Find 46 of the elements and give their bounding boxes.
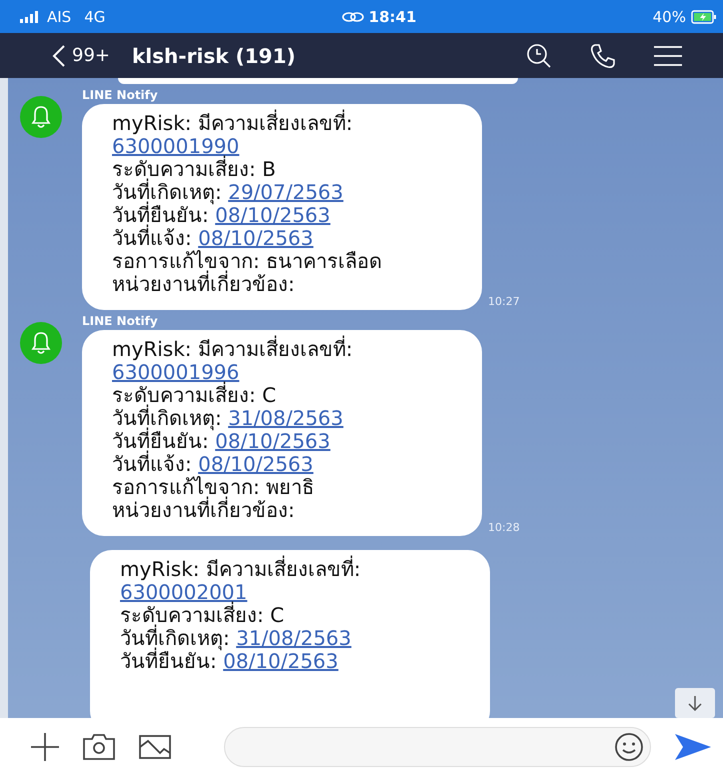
message-input[interactable] [224, 727, 651, 767]
emoji-icon[interactable] [614, 732, 644, 762]
message-line: วันที่เกิดเหตุ: 29/07/2563 [112, 181, 344, 204]
link[interactable]: 08/10/2563 [223, 649, 338, 673]
sender-name: LINE Notify [82, 88, 159, 102]
link[interactable]: 31/08/2563 [228, 406, 344, 430]
link-icon [342, 10, 364, 22]
message-line: วันที่เกิดเหตุ: 31/08/2563 [120, 627, 352, 650]
link[interactable]: 29/07/2563 [228, 180, 344, 204]
message-line: วันที่แจ้ง: 08/10/2563 [112, 227, 314, 250]
message-line: วันที่แจ้ง: 08/10/2563 [112, 453, 314, 476]
carrier-name: AIS [47, 8, 72, 26]
link[interactable]: 08/10/2563 [215, 429, 330, 453]
scroll-down-button[interactable] [675, 688, 715, 718]
message-time: 10:28 [488, 521, 520, 534]
message-line: หน่วยงานที่เกี่ยวข้อง: [112, 273, 296, 296]
bell-avatar-icon [20, 322, 62, 364]
message-line: วันที่ยืนยัน: 08/10/2563 [120, 650, 340, 673]
battery-icon [690, 10, 717, 24]
link[interactable]: 08/10/2563 [198, 452, 314, 476]
link[interactable]: 08/10/2563 [215, 203, 330, 227]
battery-percent: 40% [652, 8, 686, 26]
search-icon[interactable] [525, 42, 553, 70]
back-button[interactable]: 99+ [52, 44, 110, 68]
menu-icon[interactable] [653, 44, 683, 66]
camera-icon[interactable] [82, 733, 116, 761]
message-time: 10:27 [488, 295, 520, 308]
chat-title: klsh-risk (191) [132, 44, 297, 68]
unread-count: 99+ [72, 45, 110, 66]
clock-time: 18:41 [368, 8, 416, 26]
bell-avatar-icon [20, 96, 62, 138]
image-icon[interactable] [138, 733, 172, 761]
message-line: myRisk: มีความเสี่ยงเลขที่: [120, 558, 362, 581]
plus-icon[interactable] [30, 732, 60, 762]
message-line: myRisk: มีความเสี่ยงเลขที่: [112, 338, 354, 361]
back-icon [52, 44, 66, 68]
message-line: หน่วยงานที่เกี่ยวข้อง: [112, 499, 296, 522]
network-type: 4G [84, 8, 106, 26]
link[interactable]: 31/08/2563 [236, 626, 352, 650]
message-line: วันที่เกิดเหตุ: 31/08/2563 [112, 407, 344, 430]
message-line: myRisk: มีความเสี่ยงเลขที่: [112, 112, 354, 135]
link[interactable]: 08/10/2563 [198, 226, 314, 250]
phone-icon[interactable] [589, 42, 617, 70]
down-arrow-icon [687, 695, 703, 711]
send-icon[interactable] [673, 732, 713, 762]
sender-name: LINE Notify [82, 314, 159, 328]
